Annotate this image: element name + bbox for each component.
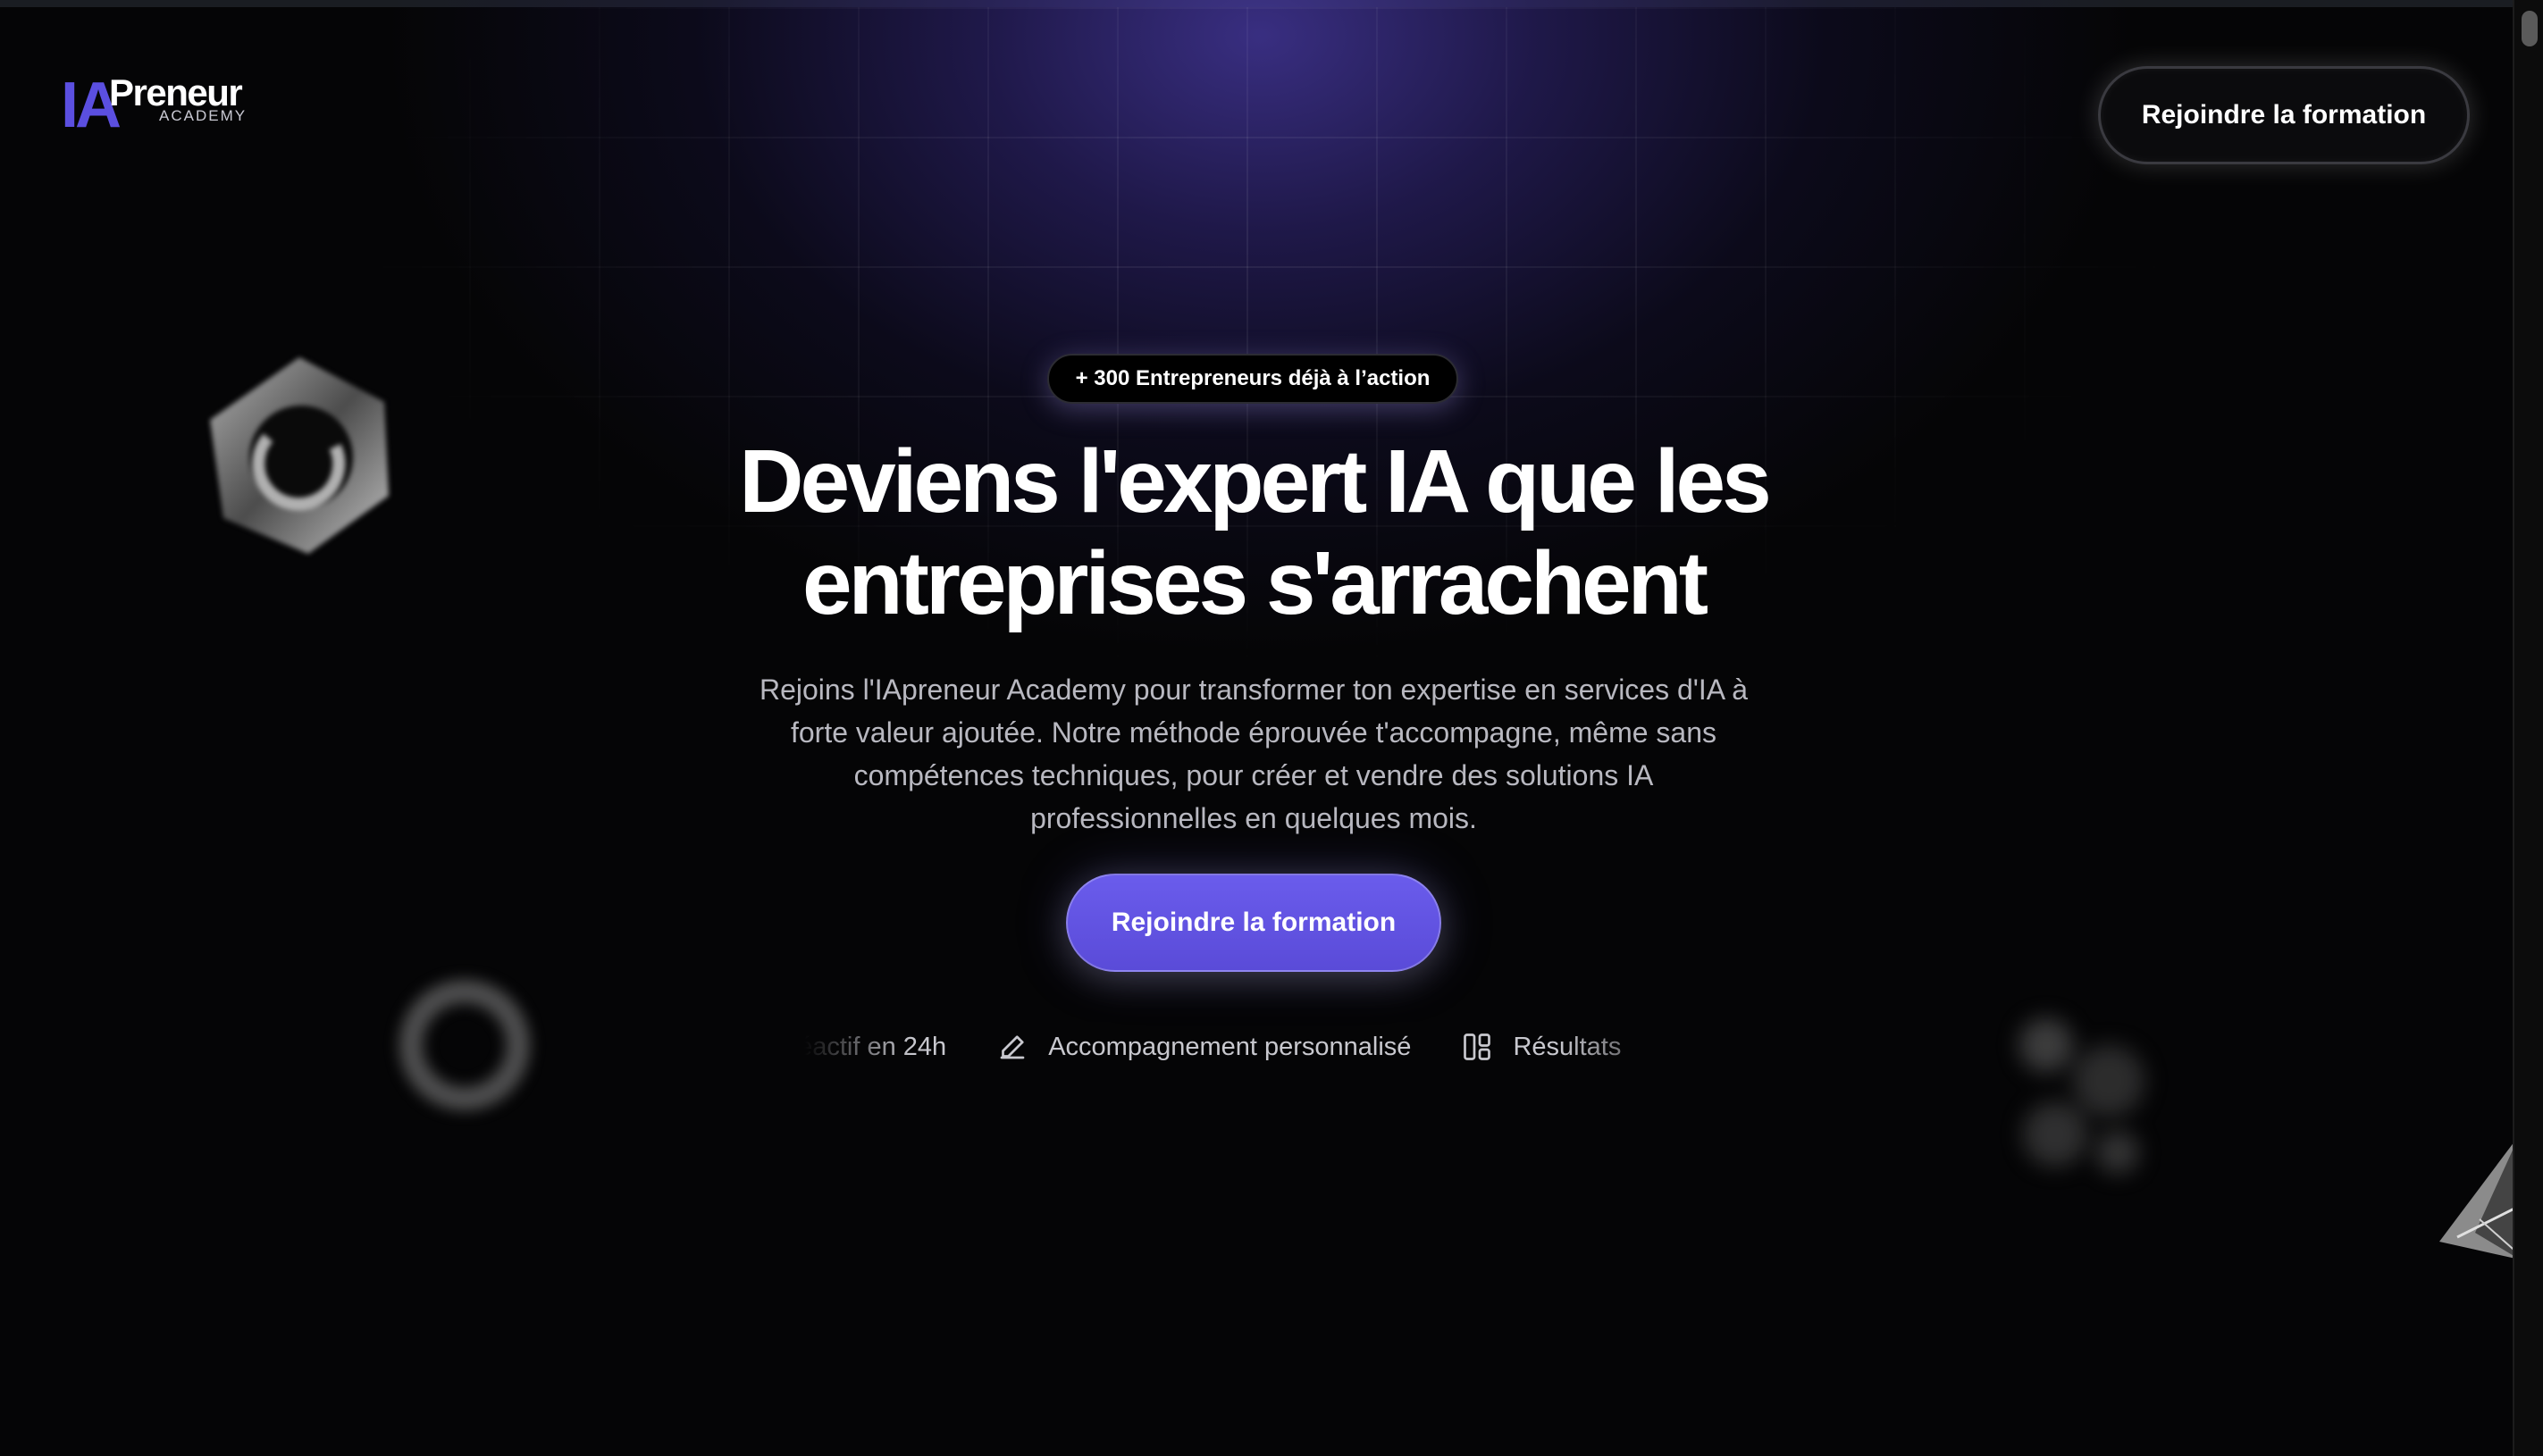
headline-line-1: Deviens l'expert IA que les	[739, 431, 1771, 531]
bolt-cluster-decoration	[2019, 1018, 2144, 1174]
page-scrollbar[interactable]	[2513, 0, 2543, 1456]
feature-label: Support technique réactif en 24h	[804, 1032, 947, 1061]
subtitle-line-3: compétences techniques, pour créer et ve…	[853, 759, 1654, 791]
feature-label: Accompagnement personnalisé	[1048, 1032, 1412, 1061]
brand-logo[interactable]: IA Preneur ACADEMY	[61, 71, 257, 138]
subtitle-line-4: professionnelles en quelques mois.	[1030, 802, 1477, 834]
subtitle-line-2: forte valeur ajoutée. Notre méthode épro…	[790, 716, 1717, 749]
hero-subtitle: Rejoins l'IApreneur Academy pour transfo…	[697, 668, 1810, 840]
feature-item-support: Support technique réactif en 24h	[804, 1033, 946, 1062]
headline-line-2: entreprises s'arrachent	[802, 533, 1708, 633]
features-marquee: Support technique réactif en 24h Accompa…	[804, 1018, 1702, 1075]
feature-label: Résultats	[1513, 1032, 1622, 1061]
hero-join-button[interactable]: Rejoindre la formation	[1066, 874, 1441, 972]
pencil-icon	[1000, 1035, 1025, 1059]
hexagon-nut-decoration	[210, 357, 389, 554]
ring-decoration	[399, 980, 530, 1110]
page-title: Deviens l'expert IA que les entreprises …	[625, 431, 1882, 634]
top-border	[0, 0, 2543, 7]
subtitle-line-1: Rejoins l'IApreneur Academy pour transfo…	[759, 674, 1749, 706]
logo-tagline: ACADEMY	[159, 107, 248, 124]
header-join-button[interactable]: Rejoindre la formation	[2098, 66, 2470, 164]
landing-page: IA Preneur ACADEMY Rejoindre la formatio…	[0, 0, 2543, 1456]
layout-icon	[1464, 1033, 1491, 1060]
features-track: Support technique réactif en 24h Accompa…	[804, 1018, 1671, 1075]
feature-item-results: Résultats	[1461, 1031, 1621, 1063]
feature-item-coaching: Accompagnement personnalisé	[996, 1031, 1411, 1063]
pyramid-decoration	[2439, 1134, 2520, 1259]
scrollbar-thumb[interactable]	[2522, 11, 2538, 46]
social-proof-badge: + 300 Entrepreneurs déjà à l’action	[1047, 354, 1458, 404]
